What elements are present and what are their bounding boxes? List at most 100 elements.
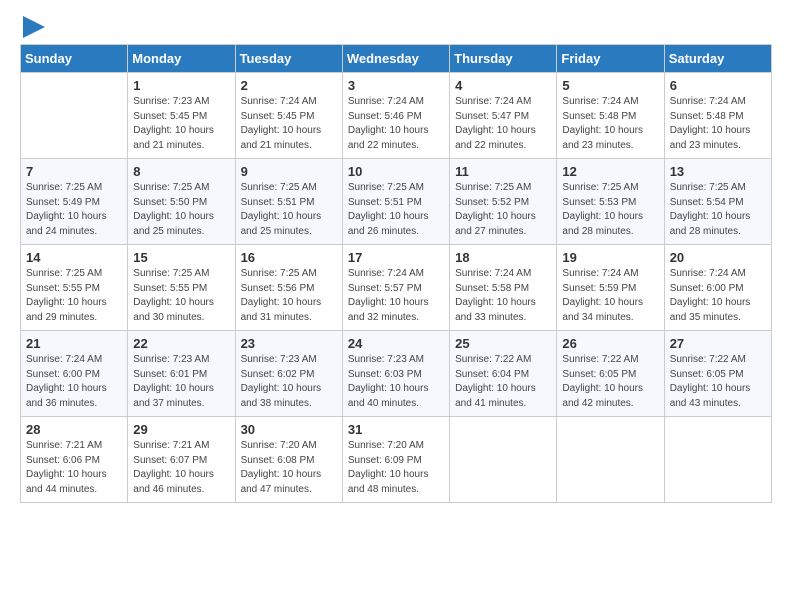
- calendar-cell: 15Sunrise: 7:25 AMSunset: 5:55 PMDayligh…: [128, 245, 235, 331]
- day-number: 5: [562, 78, 658, 93]
- calendar-cell: 24Sunrise: 7:23 AMSunset: 6:03 PMDayligh…: [342, 331, 449, 417]
- day-number: 6: [670, 78, 766, 93]
- daylight-minutes: and 21 minutes.: [133, 140, 204, 151]
- day-detail: Sunrise: 7:24 AMSunset: 5:48 PMDaylight:…: [670, 95, 766, 153]
- day-number: 22: [133, 336, 229, 351]
- daylight-minutes: and 32 minutes.: [348, 312, 419, 323]
- sunrise-label: Sunrise: 7:24 AM: [348, 96, 424, 107]
- day-detail: Sunrise: 7:24 AMSunset: 5:57 PMDaylight:…: [348, 267, 444, 325]
- calendar-cell: 11Sunrise: 7:25 AMSunset: 5:52 PMDayligh…: [450, 159, 557, 245]
- weekday-header-monday: Monday: [128, 45, 235, 73]
- calendar-cell: 5 Sunrise: 7:24 AMSunset: 5:48 PMDaylight…: [557, 73, 664, 159]
- sunset-label: Sunset: 6:03 PM: [348, 369, 422, 380]
- calendar-cell: 22Sunrise: 7:23 AMSunset: 6:01 PMDayligh…: [128, 331, 235, 417]
- sunset-label: Sunset: 6:05 PM: [670, 369, 744, 380]
- calendar-week-4: 21Sunrise: 7:24 AMSunset: 6:00 PMDayligh…: [21, 331, 772, 417]
- daylight-minutes: and 33 minutes.: [455, 312, 526, 323]
- day-number: 25: [455, 336, 551, 351]
- daylight-label: Daylight: 10 hours: [562, 125, 643, 136]
- daylight-label: Daylight: 10 hours: [26, 297, 107, 308]
- sunset-label: Sunset: 5:49 PM: [26, 197, 100, 208]
- sunrise-label: Sunrise: 7:25 AM: [241, 268, 317, 279]
- calendar-cell: 19Sunrise: 7:24 AMSunset: 5:59 PMDayligh…: [557, 245, 664, 331]
- calendar-cell: 1Sunrise: 7:23 AMSunset: 5:45 PMDaylight…: [128, 73, 235, 159]
- calendar-cell: 20Sunrise: 7:24 AMSunset: 6:00 PMDayligh…: [664, 245, 771, 331]
- calendar-cell: 8Sunrise: 7:25 AMSunset: 5:50 PMDaylight…: [128, 159, 235, 245]
- sunset-label: Sunset: 5:50 PM: [133, 197, 207, 208]
- daylight-label: Daylight: 10 hours: [562, 297, 643, 308]
- day-number: 24: [348, 336, 444, 351]
- calendar-cell: 25 Sunrise: 7:22 AMSunset: 6:04 PMDayligh…: [450, 331, 557, 417]
- daylight-label: Daylight: 10 hours: [455, 297, 536, 308]
- daylight-minutes: and 40 minutes.: [348, 398, 419, 409]
- day-number: 7: [26, 164, 122, 179]
- daylight-label: Daylight: 10 hours: [670, 383, 751, 394]
- calendar-cell: 18Sunrise: 7:24 AMSunset: 5:58 PMDayligh…: [450, 245, 557, 331]
- sunrise-label: Sunrise: 7:24 AM: [562, 96, 638, 107]
- daylight-label: Daylight: 10 hours: [26, 469, 107, 480]
- day-detail: Sunrise: 7:24 AMSunset: 6:00 PMDaylight:…: [26, 353, 122, 411]
- sunset-label: Sunset: 6:09 PM: [348, 455, 422, 466]
- daylight-minutes: and 34 minutes.: [562, 312, 633, 323]
- sunrise-label: Sunrise: 7:24 AM: [455, 268, 531, 279]
- day-detail: Sunrise: 7:22 AMSunset: 6:04 PMDaylight:…: [455, 353, 551, 411]
- daylight-label: Daylight: 10 hours: [455, 383, 536, 394]
- daylight-minutes: and 23 minutes.: [562, 140, 633, 151]
- day-number: 30: [241, 422, 337, 437]
- daylight-minutes: and 24 minutes.: [26, 226, 97, 237]
- sunrise-label: Sunrise: 7:22 AM: [455, 354, 531, 365]
- daylight-minutes: and 47 minutes.: [241, 484, 312, 495]
- sunrise-label: Sunrise: 7:23 AM: [133, 354, 209, 365]
- calendar-week-3: 14 Sunrise: 7:25 AM Sunset: 5:55 PM Dayligh…: [21, 245, 772, 331]
- sunset-label: Sunset: 5:46 PM: [348, 111, 422, 122]
- sunset-label: Sunset: 5:59 PM: [562, 283, 636, 294]
- calendar-week-2: 7 Sunrise: 7:25 AM Sunset: 5:49 PM Daylight…: [21, 159, 772, 245]
- daylight-minutes: and 27 minutes.: [455, 226, 526, 237]
- daylight-label: Daylight: 10 hours: [241, 469, 322, 480]
- sunrise-label: Sunrise: 7:24 AM: [26, 354, 102, 365]
- sunset-label: Sunset: 5:55 PM: [133, 283, 207, 294]
- daylight-label: Daylight: 10 hours: [241, 125, 322, 136]
- day-detail: Sunrise: 7:24 AMSunset: 5:48 PMDaylight:…: [562, 95, 658, 153]
- sunrise-label: Sunrise: 7:22 AM: [562, 354, 638, 365]
- daylight-minutes: and 44 minutes.: [26, 484, 97, 495]
- daylight-label: Daylight: 10 hours: [241, 383, 322, 394]
- sunrise-label: Sunrise: 7:25 AM: [455, 182, 531, 193]
- day-detail: Sunrise: 7:22 AMSunset: 6:05 PMDaylight:…: [670, 353, 766, 411]
- day-number: 14: [26, 250, 122, 265]
- sunrise-label: Sunrise: 7:25 AM: [562, 182, 638, 193]
- calendar-cell: 4Sunrise: 7:24 AMSunset: 5:47 PMDaylight…: [450, 73, 557, 159]
- daylight-label: Daylight: 10 hours: [562, 211, 643, 222]
- daylight-minutes: and 28 minutes.: [562, 226, 633, 237]
- sunrise-label: Sunrise: 7:24 AM: [348, 268, 424, 279]
- day-detail: Sunrise: 7:22 AMSunset: 6:05 PMDaylight:…: [562, 353, 658, 411]
- calendar-cell: [450, 417, 557, 503]
- sunrise-label: Sunrise: 7:25 AM: [348, 182, 424, 193]
- sunrise-label: Sunrise: 7:24 AM: [455, 96, 531, 107]
- day-number: 13: [670, 164, 766, 179]
- sunset-label: Sunset: 5:58 PM: [455, 283, 529, 294]
- daylight-label: Daylight: 10 hours: [348, 383, 429, 394]
- day-detail: Sunrise: 7:24 AMSunset: 5:47 PMDaylight:…: [455, 95, 551, 153]
- day-detail: Sunrise: 7:25 AMSunset: 5:51 PMDaylight:…: [241, 181, 337, 239]
- daylight-minutes: and 26 minutes.: [348, 226, 419, 237]
- day-detail: Sunrise: 7:20 AMSunset: 6:08 PMDaylight:…: [241, 439, 337, 497]
- calendar-cell: [664, 417, 771, 503]
- sunset-label: Sunset: 6:06 PM: [26, 455, 100, 466]
- calendar-cell: 6 Sunrise: 7:24 AMSunset: 5:48 PMDaylight…: [664, 73, 771, 159]
- day-number: 2: [241, 78, 337, 93]
- sunrise-label: Sunrise: 7:25 AM: [26, 268, 102, 279]
- weekday-header-row: SundayMondayTuesdayWednesdayThursdayFrid…: [21, 45, 772, 73]
- daylight-label: Daylight: 10 hours: [562, 383, 643, 394]
- sunrise-label: Sunrise: 7:24 AM: [670, 96, 746, 107]
- calendar-cell: 2Sunrise: 7:24 AMSunset: 5:45 PMDaylight…: [235, 73, 342, 159]
- day-number: 27: [670, 336, 766, 351]
- daylight-label: Daylight: 10 hours: [241, 297, 322, 308]
- day-number: 3: [348, 78, 444, 93]
- daylight-minutes: and 42 minutes.: [562, 398, 633, 409]
- calendar-cell: 16Sunrise: 7:25 AMSunset: 5:56 PMDayligh…: [235, 245, 342, 331]
- sunrise-label: Sunrise: 7:25 AM: [133, 268, 209, 279]
- daylight-minutes: and 22 minutes.: [455, 140, 526, 151]
- calendar-cell: 30 Sunrise: 7:20 AMSunset: 6:08 PMDayligh…: [235, 417, 342, 503]
- daylight-label: Daylight: 10 hours: [348, 125, 429, 136]
